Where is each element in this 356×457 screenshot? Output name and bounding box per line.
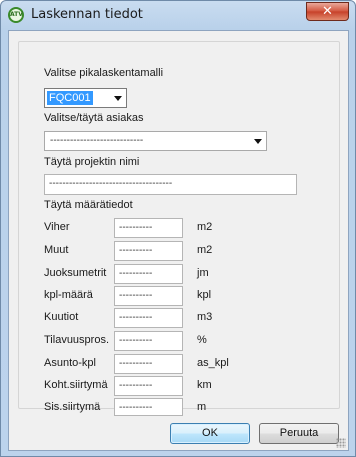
title-bar[interactable]: ATV Laskennan tiedot ✕ [1, 1, 355, 29]
kpl-maara-unit: kpl [197, 289, 212, 301]
app-logo-icon: ATV [8, 7, 24, 23]
muut-unit: m2 [197, 244, 213, 256]
customer-value: ---------------------------- [50, 135, 144, 146]
dialog-window: ATV Laskennan tiedot ✕ Valitse pikalaske… [0, 0, 356, 457]
quantities-label: Täytä määrätiedot [44, 199, 133, 211]
row-label-muut: Muut [44, 244, 69, 256]
kpl-maara-input[interactable]: ---------- [114, 286, 183, 306]
row-label-kpl-maara: kpl-määrä [44, 289, 93, 301]
window-title: Laskennan tiedot [31, 7, 143, 22]
asunto-kpl-unit: as_kpl [197, 357, 229, 369]
row-label-kuutiot: Kuutiot [44, 311, 79, 323]
row-label-viher: Viher [44, 221, 70, 233]
form-group: Valitse pikalaskentamalli FQC001 Valitse… [18, 41, 340, 416]
model-label: Valitse pikalaskentamalli [44, 67, 164, 79]
model-dropdown[interactable]: FQC001 [44, 88, 127, 108]
close-button[interactable]: ✕ [306, 2, 349, 21]
row-label-sis-siirtyma: Sis.siirtymä [44, 401, 101, 413]
ok-button[interactable]: OK [170, 423, 250, 444]
kuutiot-value: ---------- [119, 312, 153, 323]
project-name-input[interactable]: ------------------------------------- [44, 174, 297, 195]
customer-dropdown[interactable]: ---------------------------- [44, 131, 267, 151]
koht-siirtyma-value: ---------- [119, 380, 153, 391]
project-label: Täytä projektin nimi [44, 156, 140, 168]
juoksumetrit-input[interactable]: ---------- [114, 264, 183, 284]
cancel-button[interactable]: Peruuta [259, 423, 339, 444]
tilavuuspros-input[interactable]: ---------- [114, 331, 183, 351]
row-label-asunto-kpl: Asunto-kpl [44, 357, 96, 369]
kuutiot-input[interactable]: ---------- [114, 308, 183, 328]
viher-value: ---------- [119, 222, 153, 233]
viher-input[interactable]: ---------- [114, 218, 183, 238]
customer-label: Valitse/täytä asiakas [44, 112, 144, 124]
asunto-kpl-value: ---------- [119, 358, 153, 369]
tilavuuspros-value: ---------- [119, 335, 153, 346]
chevron-down-icon[interactable] [114, 96, 122, 101]
tilavuuspros-unit: % [197, 334, 207, 346]
muut-input[interactable]: ---------- [114, 241, 183, 261]
muut-value: ---------- [119, 245, 153, 256]
koht-siirtyma-unit: km [197, 379, 212, 391]
dialog-content: Valitse pikalaskentamalli FQC001 Valitse… [8, 30, 349, 451]
kuutiot-unit: m3 [197, 311, 213, 323]
viher-unit: m2 [197, 221, 213, 233]
juoksumetrit-value: ---------- [119, 268, 153, 279]
row-label-tilavuuspros: Tilavuuspros. [44, 334, 110, 346]
juoksumetrit-unit: jm [197, 267, 209, 279]
sis-siirtyma-unit: m [197, 401, 207, 413]
resize-grip-icon[interactable] [336, 438, 346, 448]
model-selected-value: FQC001 [47, 91, 93, 105]
koht-siirtyma-input[interactable]: ---------- [114, 376, 183, 396]
project-name-value: ------------------------------------- [49, 178, 173, 189]
row-label-koht-siirtyma: Koht.siirtymä [44, 379, 108, 391]
kpl-maara-value: ---------- [119, 290, 153, 301]
asunto-kpl-input[interactable]: ---------- [114, 354, 183, 374]
chevron-down-icon[interactable] [254, 139, 262, 144]
sis-siirtyma-input[interactable]: ---------- [114, 398, 183, 416]
close-icon: ✕ [322, 4, 333, 19]
sis-siirtyma-value: ---------- [119, 402, 153, 413]
row-label-juoksumetrit: Juoksumetrit [44, 267, 107, 279]
